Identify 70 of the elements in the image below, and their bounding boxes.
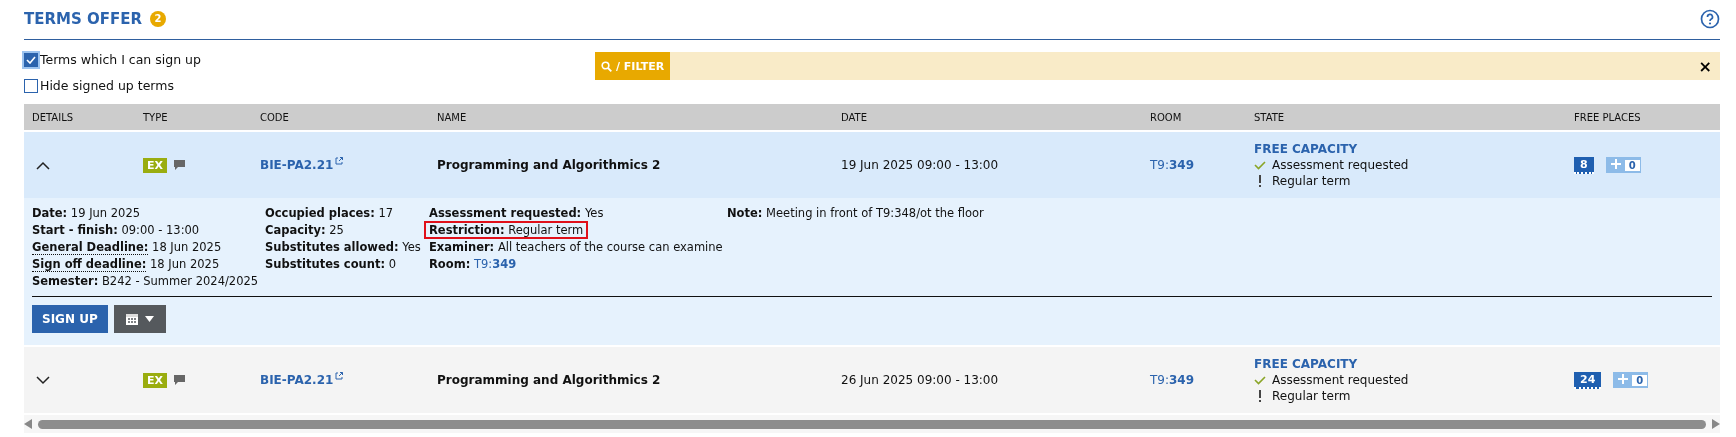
- state-text: Regular term: [1272, 174, 1351, 188]
- plus-icon: [1610, 159, 1621, 169]
- state-title: FREE CAPACITY: [1254, 357, 1359, 371]
- column-header: CODE: [259, 111, 290, 123]
- detail-item: General Deadline: 18 Jun 2025: [31, 239, 223, 256]
- checkbox[interactable]: [24, 78, 38, 93]
- detail-item: Date: 19 Jun 2025: [31, 205, 142, 222]
- chevron-up-icon: [36, 160, 50, 170]
- calendar-icon: [125, 312, 140, 326]
- substitutes-button[interactable]: 0: [1605, 157, 1641, 173]
- page-title: TERMS OFFER: [24, 9, 143, 28]
- comment-icon[interactable]: [173, 374, 186, 386]
- column-header: TYPE: [142, 111, 169, 123]
- room-link[interactable]: T9:349: [1150, 373, 1195, 387]
- state-text: Regular term: [1272, 389, 1351, 403]
- detail-item: Substitutes allowed: Yes: [264, 239, 422, 256]
- free-places-count: 24: [1574, 371, 1602, 389]
- term-row[interactable]: EX BIE-PA2.21 Programming and Algorithmics 2 19 Jun 2025 09:00 - 13:00 T9:349 FREE CAPACITY Assessment requested Regular term 8 0: [24, 132, 1720, 198]
- chevron-down-icon: [36, 375, 50, 385]
- comment-icon[interactable]: [173, 159, 186, 171]
- course-name: Programming and Algorithmics 2: [437, 373, 661, 387]
- state-text: Assessment requested: [1272, 158, 1409, 172]
- term-date: 19 Jun 2025 09:00 - 13:00: [841, 158, 999, 172]
- course-name: Programming and Algorithmics 2: [437, 158, 661, 172]
- checkbox-label: Terms which I can sign up: [40, 52, 201, 67]
- state-text: Assessment requested: [1272, 373, 1409, 387]
- column-header: STATE: [1253, 111, 1286, 123]
- checkbox-label: Hide signed up terms: [40, 78, 174, 93]
- type-tag: EX: [143, 372, 167, 388]
- detail-item: Restriction: Regular term: [424, 221, 589, 239]
- type-tag: EX: [143, 157, 167, 173]
- external-link-icon: [335, 372, 344, 380]
- term-date: 26 Jun 2025 09:00 - 13:00: [841, 373, 999, 387]
- detail-item: Sign off deadline: 18 Jun 2025: [31, 256, 221, 273]
- check-icon: [1254, 375, 1266, 385]
- column-header: FREE PLACES: [1573, 111, 1642, 123]
- detail-item: Semester: B242 - Summer 2024/2025: [31, 273, 260, 290]
- course-code-link[interactable]: BIE-PA2.21: [260, 373, 334, 387]
- column-header: ROOM: [1149, 111, 1183, 123]
- term-row[interactable]: EX BIE-PA2.21 Programming and Algorithmics 2 26 Jun 2025 09:00 - 13:00 T9:349 FREE CAPACITY Assessment requested Regular term 24 0: [24, 347, 1720, 413]
- scroll-right-icon[interactable]: [1712, 419, 1720, 429]
- detail-item: Substitutes count: 0: [264, 256, 397, 273]
- caret-icon: [145, 316, 155, 322]
- column-header: DATE: [840, 111, 868, 123]
- close-button[interactable]: ×: [1690, 56, 1720, 76]
- detail-item: Capacity: 25: [264, 222, 345, 239]
- check-icon: [1254, 160, 1266, 170]
- sign-up-button[interactable]: SIGN UP: [32, 305, 108, 333]
- calendar-dropdown-button[interactable]: [113, 305, 166, 333]
- search-icon: [601, 60, 612, 72]
- horizontal-scrollbar[interactable]: [24, 415, 1720, 433]
- detail-item: Examiner: All teachers of the course can examine: [428, 239, 724, 256]
- detail-item: Start - finish: 09:00 - 13:00: [31, 222, 201, 239]
- checkbox[interactable]: [24, 52, 38, 67]
- plus-icon: [1618, 374, 1629, 384]
- count-badge: 2: [150, 10, 167, 27]
- column-header: NAME: [436, 111, 468, 123]
- detail-item: Note: Meeting in front of T9:348/ot the floor: [726, 205, 985, 222]
- detail-item: Room: T9:349: [428, 256, 518, 273]
- state-title: FREE CAPACITY: [1254, 142, 1359, 156]
- detail-item: Occupied places: 17: [264, 205, 395, 222]
- help-icon[interactable]: [1700, 8, 1720, 29]
- course-code-link[interactable]: BIE-PA2.21: [260, 158, 334, 172]
- detail-item: Assessment requested: Yes: [428, 205, 605, 222]
- scroll-left-icon[interactable]: [24, 419, 32, 429]
- free-places-count: 8: [1574, 156, 1594, 174]
- column-header: DETAILS: [31, 111, 75, 123]
- substitutes-button[interactable]: 0: [1613, 372, 1649, 388]
- room-link[interactable]: T9:349: [1150, 158, 1195, 172]
- external-link-icon: [335, 157, 344, 165]
